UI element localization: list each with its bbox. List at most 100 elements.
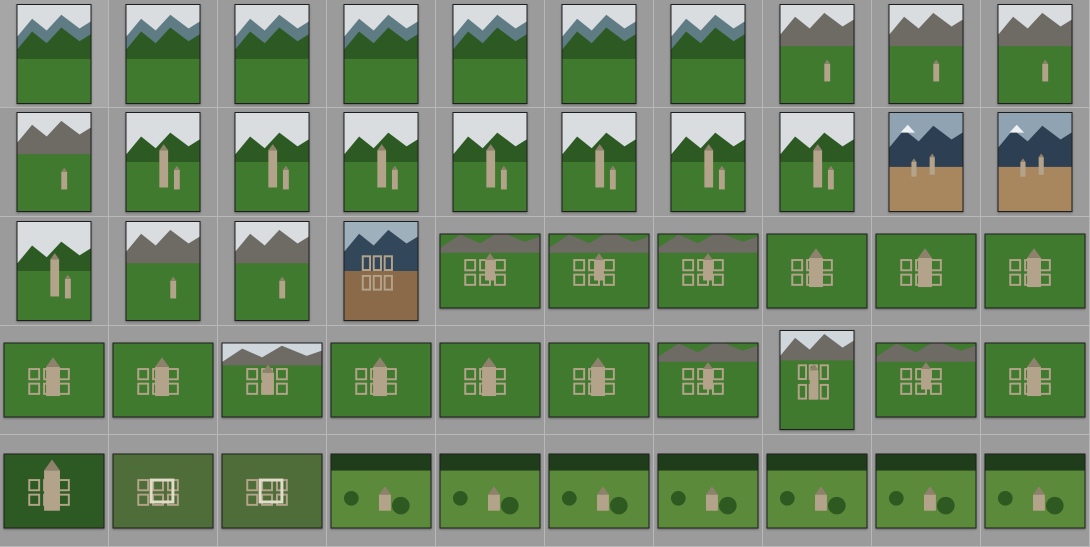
photo-thumbnail[interactable] [997, 3, 1073, 104]
photo-cell[interactable] [436, 108, 545, 217]
photo-thumbnail[interactable] [221, 342, 323, 418]
photo-cell[interactable] [763, 326, 872, 435]
photo-thumbnail[interactable] [875, 342, 977, 418]
photo-cell[interactable] [0, 108, 109, 217]
photo-thumbnail[interactable] [888, 112, 964, 212]
photo-cell[interactable] [654, 435, 763, 547]
photo-cell[interactable] [218, 217, 327, 326]
photo-cell[interactable] [654, 108, 763, 217]
photo-cell[interactable] [763, 217, 872, 326]
photo-cell[interactable] [763, 435, 872, 547]
photo-cell[interactable] [109, 108, 218, 217]
photo-thumbnail[interactable] [125, 221, 201, 321]
photo-cell[interactable] [327, 108, 436, 217]
photo-cell[interactable] [0, 435, 109, 547]
photo-thumbnail[interactable] [548, 342, 650, 418]
photo-cell[interactable] [981, 0, 1090, 108]
photo-cell[interactable] [218, 435, 327, 547]
photo-cell[interactable] [109, 326, 218, 435]
photo-cell[interactable] [0, 326, 109, 435]
photo-cell[interactable] [981, 217, 1090, 326]
photo-thumbnail[interactable] [439, 233, 541, 309]
photo-thumbnail[interactable] [984, 233, 1086, 309]
photo-thumbnail[interactable] [875, 233, 977, 309]
photo-cell[interactable] [545, 435, 654, 547]
photo-cell[interactable] [872, 326, 981, 435]
photo-thumbnail[interactable] [657, 342, 759, 418]
photo-cell[interactable] [872, 217, 981, 326]
photo-thumbnail[interactable] [984, 342, 1086, 418]
photo-thumbnail[interactable] [343, 3, 419, 104]
photo-thumbnail[interactable] [343, 221, 419, 321]
photo-cell[interactable] [981, 108, 1090, 217]
photo-cell[interactable] [218, 108, 327, 217]
photo-cell[interactable] [545, 217, 654, 326]
photo-cell[interactable] [654, 326, 763, 435]
photo-thumbnail[interactable] [234, 221, 310, 321]
photo-thumbnail[interactable] [657, 453, 759, 528]
photo-cell[interactable] [327, 435, 436, 547]
photo-thumbnail[interactable] [452, 3, 528, 104]
photo-thumbnail[interactable] [561, 112, 637, 212]
photo-cell[interactable] [109, 435, 218, 547]
photo-thumbnail[interactable] [439, 453, 541, 528]
photo-cell[interactable] [981, 326, 1090, 435]
photo-thumbnail[interactable] [16, 3, 92, 104]
photo-thumbnail[interactable] [16, 112, 92, 212]
photo-cell[interactable] [0, 217, 109, 326]
photo-thumbnail[interactable] [112, 453, 214, 528]
photo-cell[interactable] [436, 435, 545, 547]
photo-thumbnail[interactable] [888, 3, 964, 104]
photo-cell[interactable] [872, 435, 981, 547]
photo-thumbnail[interactable] [125, 112, 201, 212]
photo-thumbnail[interactable] [779, 330, 855, 430]
photo-thumbnail[interactable] [997, 112, 1073, 212]
photo-thumbnail[interactable] [330, 453, 432, 528]
photo-cell[interactable] [545, 0, 654, 108]
photo-thumbnail[interactable] [984, 453, 1086, 528]
photo-cell[interactable] [545, 108, 654, 217]
photo-thumbnail[interactable] [670, 3, 746, 104]
photo-cell[interactable] [327, 0, 436, 108]
photo-cell[interactable] [327, 217, 436, 326]
photo-thumbnail[interactable] [779, 112, 855, 212]
photo-thumbnail[interactable] [16, 221, 92, 321]
photo-thumbnail[interactable] [125, 3, 201, 104]
photo-thumbnail[interactable] [221, 453, 323, 528]
photo-cell[interactable] [763, 108, 872, 217]
photo-cell[interactable] [654, 217, 763, 326]
photo-thumbnail[interactable] [548, 233, 650, 309]
photo-cell[interactable] [327, 326, 436, 435]
photo-thumbnail[interactable] [439, 342, 541, 418]
photo-cell[interactable] [654, 0, 763, 108]
photo-cell[interactable] [436, 0, 545, 108]
photo-cell[interactable] [872, 108, 981, 217]
photo-thumbnail[interactable] [234, 3, 310, 104]
photo-thumbnail[interactable] [343, 112, 419, 212]
photo-cell[interactable] [218, 0, 327, 108]
photo-cell[interactable] [109, 0, 218, 108]
photo-cell[interactable] [872, 0, 981, 108]
photo-thumbnail[interactable] [670, 112, 746, 212]
photo-cell[interactable] [436, 217, 545, 326]
photo-thumbnail[interactable] [330, 342, 432, 418]
photo-cell[interactable] [0, 0, 109, 108]
photo-thumbnail[interactable] [779, 3, 855, 104]
photo-thumbnail[interactable] [3, 342, 105, 418]
photo-thumbnail[interactable] [234, 112, 310, 212]
photo-cell[interactable] [218, 326, 327, 435]
photo-thumbnail[interactable] [561, 3, 637, 104]
photo-thumbnail[interactable] [875, 453, 977, 528]
photo-cell[interactable] [763, 0, 872, 108]
photo-cell[interactable] [981, 435, 1090, 547]
photo-thumbnail[interactable] [657, 233, 759, 309]
photo-thumbnail[interactable] [766, 453, 868, 528]
photo-thumbnail[interactable] [452, 112, 528, 212]
photo-cell[interactable] [545, 326, 654, 435]
photo-cell[interactable] [109, 217, 218, 326]
photo-thumbnail[interactable] [112, 342, 214, 418]
photo-cell[interactable] [436, 326, 545, 435]
photo-thumbnail[interactable] [766, 233, 868, 309]
photo-thumbnail[interactable] [3, 453, 105, 528]
photo-thumbnail[interactable] [548, 453, 650, 528]
